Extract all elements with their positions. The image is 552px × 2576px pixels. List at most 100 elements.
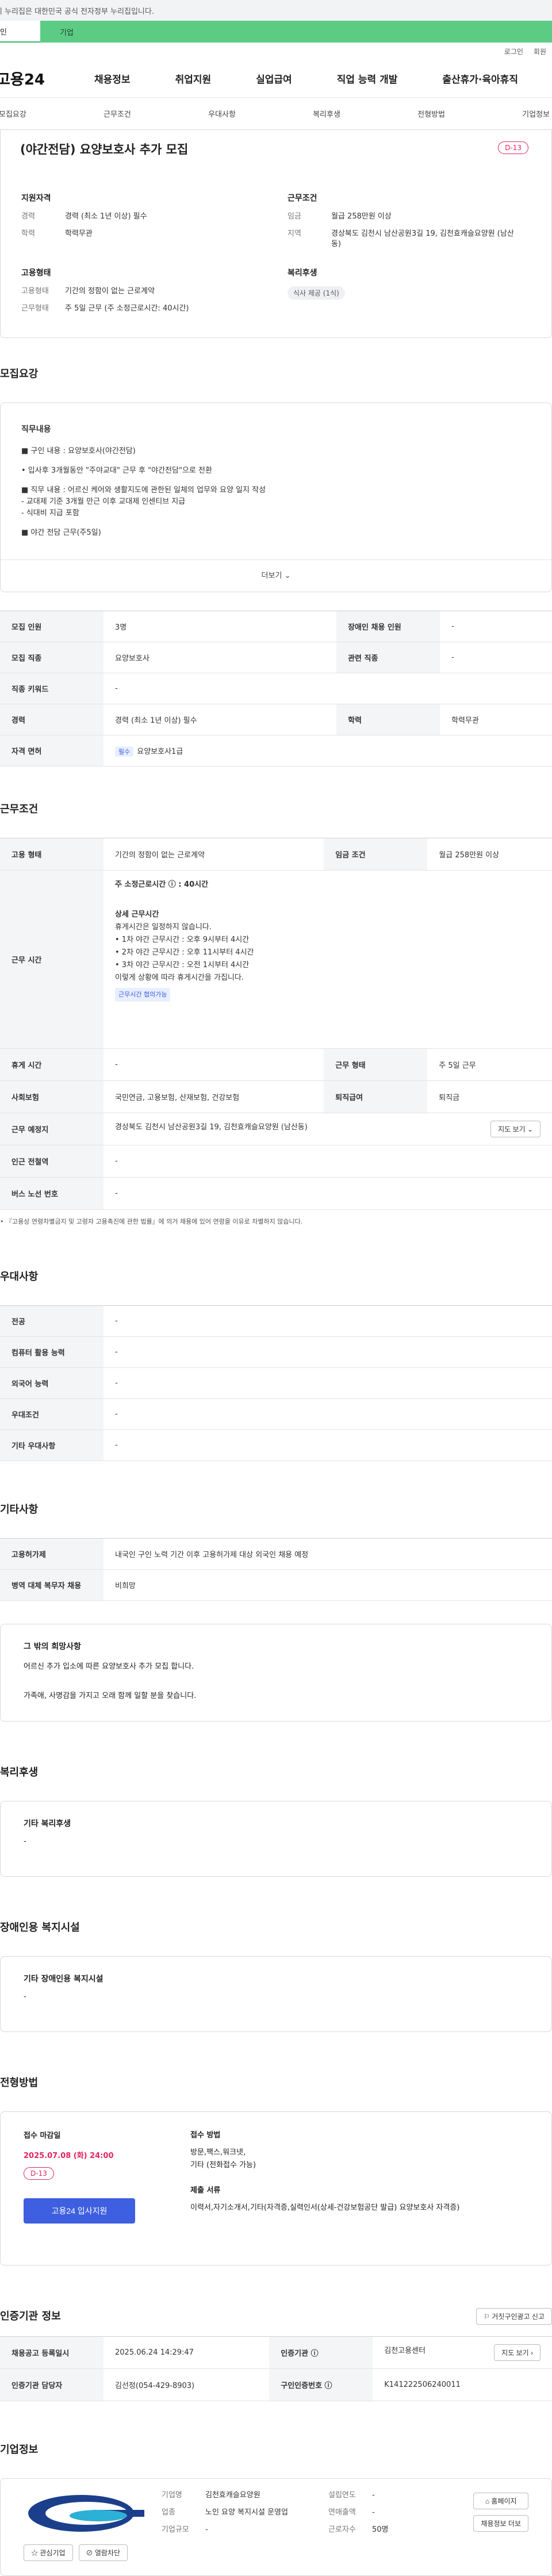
more-jobs-button[interactable]: 채용정보 더보 — [473, 2515, 528, 2532]
favorite-company-button[interactable]: ☆ 관심기업 — [24, 2544, 73, 2561]
method-block: 접수 방법 방문,팩스,워크넷, 기타 (전화접수 가능) 제출 서류 이력서,… — [190, 2129, 459, 2248]
table-value: - — [103, 1429, 552, 1461]
nav-skills-development[interactable]: 직업 능력 개발 — [337, 71, 398, 86]
report-fake-ad-button[interactable]: ⚐ 거짓구인광고 신고 — [476, 2308, 552, 2325]
anchor-company[interactable]: 기업정보 — [522, 108, 550, 119]
map-label: 지도 보기 — [498, 1125, 526, 1133]
kv-value: 경상북도 김천시 남산공원3길 19, 김천효캐슬요양원 (남산동) — [331, 229, 514, 248]
kv-value: - — [372, 2491, 375, 2500]
table-value: - — [103, 673, 552, 704]
kv-key: 기업명 — [162, 2491, 182, 2500]
conditions-table: 고용 형태 기간의 정함이 없는 근로계약 임금 조건 월급 258만원 이상 근무 … — [0, 838, 552, 1210]
table-value: 비희망 — [103, 1569, 552, 1601]
site-logo[interactable]: 고용24 — [0, 68, 94, 89]
job-summary-card: (야간전담) 요양보호사 추가 모집 D-13 지원자격 경력 경력 (최소 1년… — [0, 130, 552, 338]
table-key: 휴게 시간 — [0, 1048, 103, 1081]
table-key: 모집 직종 — [0, 642, 103, 673]
section-title-cert: 인증기관 정보 — [0, 2310, 61, 2322]
anchor-preference[interactable]: 우대사항 — [208, 108, 236, 119]
disabled-sub-heading: 기타 장애인용 복지시설 — [24, 1975, 103, 1984]
more-button[interactable]: 더보기 ⌄ — [1, 559, 551, 592]
map-label: 지도 보기 — [501, 2349, 529, 2357]
favorite-label: 관심기업 — [40, 2549, 66, 2557]
etc-table: 고용허가제 내국인 구인 노력 기간 이후 고용허가제 대상 외국인 채용 예정 … — [0, 1538, 552, 1601]
table-row: 채용공고 등록일시 2025.06.24 14:29:47 인증기관 ⓘ 김천고용센터… — [0, 2336, 552, 2369]
table-value: - — [103, 1398, 552, 1430]
table-key: 장애인 채용 인원 — [336, 611, 440, 642]
kv-key: 지역 — [288, 229, 301, 238]
nav-unemployment-benefit[interactable]: 실업급여 — [256, 71, 292, 86]
map-button[interactable]: 지도 보기 ⌄ — [490, 1121, 540, 1137]
table-row: 모집 인원 3명 장애인 채용 인원 - — [0, 611, 552, 642]
preference-table: 전공 - 컴퓨터 활용 능력 - 외국어 능력 - 우대조건 - 기타 우대사항 - — [0, 1305, 552, 1461]
block-icon: ⊘ — [86, 2549, 93, 2557]
qualification-block: 지원자격 경력 경력 (최소 1년 이상) 필수 학력 학력무관 — [21, 192, 264, 256]
table-value: - — [103, 1367, 552, 1399]
nav-parental-leave[interactable]: 출산휴가·육아휴직 — [442, 71, 518, 86]
kv-value: 학력무관 — [65, 229, 93, 238]
gov-notice-text: 이 누리집은 대한민국 공식 전자정부 누리집입니다. — [0, 7, 154, 16]
anchor-recruit[interactable]: 모집요강 — [0, 108, 26, 119]
conditions-heading: 근무조건 — [288, 194, 317, 203]
welfare-sub-heading: 기타 복리후생 — [24, 1819, 71, 1828]
signup-link[interactable]: 회원 — [534, 47, 546, 56]
agency-map-button[interactable]: 지도 보기 › — [494, 2344, 540, 2361]
block-company-button[interactable]: ⊘ 열람차단 — [78, 2544, 128, 2561]
apply-button[interactable]: 고용24 입사지원 — [24, 2198, 135, 2224]
company-box: ☆ 관심기업 ⊘ 열람차단 기업명 김천효캐슬요양원 업종 노인 요양 복지시설 운… — [0, 2478, 552, 2576]
table-key: 고용허가제 — [0, 1538, 103, 1570]
table-value: 국민연금, 고용보험, 산재보험, 건강보험 — [103, 1080, 324, 1113]
wish-line: 가족애, 사명감을 가지고 오래 함께 일할 분을 찾습니다. — [24, 1692, 197, 1700]
anchor-conditions[interactable]: 근무조건 — [103, 108, 131, 119]
kv-value: 50명 — [372, 2525, 389, 2534]
table-value: - — [103, 1145, 552, 1178]
table-value: 월급 258만원 이상 — [427, 838, 552, 871]
table-key: 채용공고 등록일시 — [0, 2336, 103, 2369]
kv-key: 기업규모 — [162, 2525, 189, 2534]
kv-key: 근무형태 — [21, 304, 49, 313]
table-value: 내국인 구인 노력 기간 이후 고용허가제 대상 외국인 채용 예정 — [103, 1538, 552, 1570]
table-value: 학력무관 — [440, 704, 552, 735]
anchor-selection[interactable]: 전형방법 — [417, 108, 445, 119]
home-icon: ⌂ — [485, 2497, 490, 2505]
table-value: - — [440, 611, 552, 642]
company-logo-block: ☆ 관심기업 ⊘ 열람차단 — [24, 2490, 162, 2564]
table-key: 관련 직종 — [336, 642, 440, 673]
tab-company[interactable]: 기업 — [40, 21, 552, 43]
login-link[interactable]: 로그인 — [504, 47, 523, 56]
table-row: 자격 면허 필수 요양보호사1급 — [0, 735, 552, 766]
kv-value: 경력 (최소 1년 이상) 필수 — [65, 212, 147, 221]
homepage-button[interactable]: ⌂ 홈페이지 — [473, 2493, 528, 2509]
section-anchor-nav: 모집요강 근무조건 우대사항 복리후생 전형방법 기업정보 — [0, 98, 552, 130]
table-key: 사회보험 — [0, 1080, 103, 1113]
other-wishes-heading: 그 밖의 희망사항 — [24, 1642, 81, 1651]
report-label: 거짓구인광고 신고 — [492, 2313, 545, 2321]
table-value: 2025.06.24 14:29:47 — [103, 2336, 270, 2369]
table-key: 경력 — [0, 704, 103, 735]
welfare-value: - — [24, 1837, 26, 1846]
tab-individual[interactable]: 인 — [0, 21, 40, 43]
kv-key: 업종 — [162, 2508, 175, 2517]
table-row: 고용 형태 기간의 정함이 없는 근로계약 임금 조건 월급 258만원 이상 — [0, 838, 552, 871]
table-value: - — [103, 1048, 324, 1081]
table-value: 김선정(054-429-8903) — [103, 2368, 270, 2401]
kv-value: 주 5일 근무 (주 소정근로시간: 40시간) — [65, 304, 189, 313]
anchor-welfare[interactable]: 복리후생 — [313, 108, 340, 119]
table-key: 고용 형태 — [0, 838, 103, 871]
section-title-welfare: 복리후생 — [0, 1766, 39, 1778]
block-label: 열람차단 — [94, 2549, 121, 2557]
table-key: 근무 예정지 — [0, 1113, 103, 1145]
deadline-value: 2025.07.08 (화) 24:00 — [24, 2152, 114, 2160]
table-value: 3명 — [103, 611, 337, 642]
table-row: 인증기관 담당자 김선정(054-429-8903) 구인인증번호 ⓘ K141222… — [0, 2368, 552, 2401]
nav-employment-support[interactable]: 취업지원 — [175, 71, 212, 86]
star-icon: ☆ — [31, 2549, 39, 2557]
table-value: 퇴직금 — [427, 1080, 552, 1113]
dday-badge: D-13 — [24, 2167, 54, 2180]
table-value: 필수 요양보호사1급 — [103, 735, 552, 766]
chevron-right-icon: › — [531, 2349, 533, 2357]
kv-key: 임금 — [288, 212, 301, 221]
table-key: 구인인증번호 ⓘ — [269, 2368, 373, 2401]
nav-job-info[interactable]: 채용정보 — [94, 71, 131, 86]
table-key: 퇴직급여 — [324, 1080, 428, 1113]
